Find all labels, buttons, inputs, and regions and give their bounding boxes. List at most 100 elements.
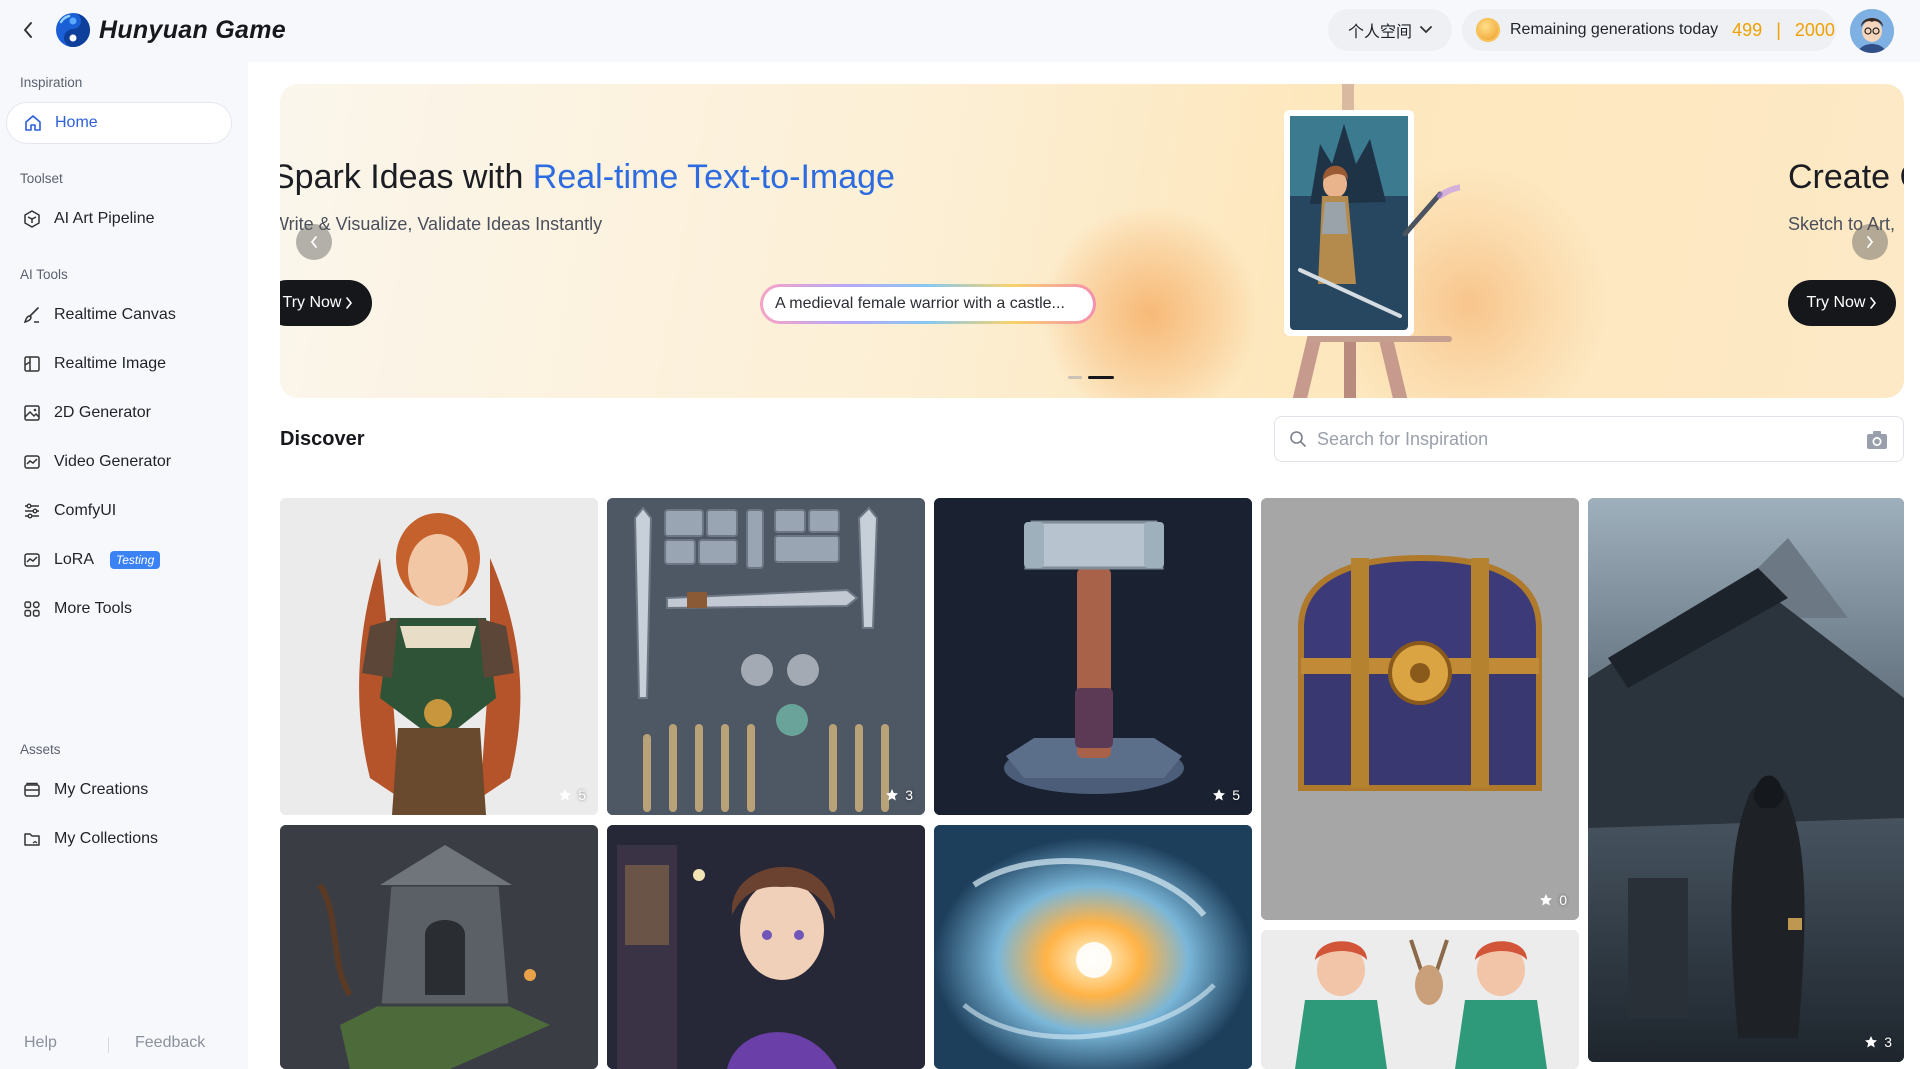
sidebar-item-2d-generator[interactable]: 2D Generator xyxy=(6,392,232,434)
main-content: Spark Ideas with Real-time Text-to-Image… xyxy=(248,62,1920,1069)
back-button[interactable] xyxy=(18,18,38,42)
carousel-prev-button[interactable] xyxy=(296,224,332,260)
quota-separator: | xyxy=(1776,19,1781,40)
favorite-count[interactable]: 5 xyxy=(558,787,586,803)
section-title-toolset: Toolset xyxy=(20,171,63,186)
search-icon xyxy=(1290,431,1306,447)
chevron-right-icon xyxy=(1867,236,1874,248)
help-link[interactable]: Help xyxy=(24,1034,57,1052)
sidebar-item-lora[interactable]: LoRA Testing xyxy=(6,539,232,581)
star-icon xyxy=(886,789,899,801)
favorite-count[interactable]: 3 xyxy=(885,787,913,803)
try-now-button[interactable]: Try Now xyxy=(280,280,372,326)
sidebar-item-comfyui[interactable]: ComfyUI xyxy=(6,490,232,532)
card-image xyxy=(1261,498,1579,920)
carousel-indicators xyxy=(1068,376,1114,379)
inspiration-card[interactable]: 5 xyxy=(934,498,1252,815)
section-title-inspiration: Inspiration xyxy=(20,75,83,90)
star-icon xyxy=(1213,789,1226,801)
sidebar-item-my-collections[interactable]: My Collections xyxy=(6,818,232,860)
feedback-link[interactable]: Feedback xyxy=(135,1034,205,1052)
quota-used: 499 xyxy=(1732,19,1763,40)
home-icon xyxy=(25,115,41,131)
inspiration-card[interactable]: 3 xyxy=(1588,498,1904,1062)
sidebar-item-label: 2D Generator xyxy=(54,404,151,421)
sidebar-item-label: ComfyUI xyxy=(54,502,117,519)
star-icon xyxy=(1540,894,1553,906)
favorite-count-value: 5 xyxy=(578,787,586,803)
try-now-label: Try Now xyxy=(282,294,342,311)
card-image xyxy=(934,498,1252,815)
sidebar-item-home[interactable]: Home xyxy=(6,102,232,144)
top-bar: Hunyuan Game 个人空间 Remaining generations … xyxy=(0,0,1920,62)
carousel-dot-2[interactable] xyxy=(1088,376,1114,379)
user-avatar[interactable] xyxy=(1850,9,1894,53)
personal-space-dropdown[interactable]: 个人空间 xyxy=(1328,9,1452,51)
favorite-count[interactable]: 5 xyxy=(1212,787,1240,803)
favorite-count-value: 3 xyxy=(905,787,913,803)
card-image xyxy=(934,825,1252,1069)
inspiration-card[interactable]: 5 xyxy=(280,498,598,815)
personal-space-label: 个人空间 xyxy=(1347,24,1412,41)
sidebar-item-label: My Collections xyxy=(54,830,159,847)
favorite-count[interactable]: 3 xyxy=(1864,1034,1892,1050)
favorite-count-value: 5 xyxy=(1232,787,1240,803)
sidebar-item-label: Home xyxy=(55,114,98,131)
section-title-ai-tools: AI Tools xyxy=(20,267,68,282)
chevron-left-icon xyxy=(310,236,317,248)
carousel-next-button[interactable] xyxy=(1852,224,1888,260)
lora-icon xyxy=(24,553,40,567)
sidebar-item-label: Video Generator xyxy=(54,453,172,470)
card-image xyxy=(1588,498,1904,1062)
sidebar-item-label: LoRA xyxy=(54,551,95,568)
sliders-icon xyxy=(25,503,39,519)
carousel-dot-1[interactable] xyxy=(1068,376,1082,379)
section-title-assets: Assets xyxy=(20,742,61,757)
creations-icon xyxy=(24,782,40,797)
inspiration-card[interactable] xyxy=(1261,930,1579,1069)
inspiration-card[interactable] xyxy=(607,825,925,1069)
sidebar-item-realtime-canvas[interactable]: Realtime Canvas xyxy=(6,294,232,336)
sidebar-item-label: Realtime Canvas xyxy=(54,306,176,323)
try-now-button-next[interactable]: Try Now xyxy=(1788,280,1896,326)
coin-icon xyxy=(1476,18,1500,42)
try-now-label: Try Now xyxy=(1806,294,1866,311)
chevron-down-icon xyxy=(1420,26,1432,34)
sidebar-item-video-generator[interactable]: Video Generator xyxy=(6,441,232,483)
star-icon xyxy=(1865,1036,1878,1048)
card-image xyxy=(607,498,925,815)
testing-badge: Testing xyxy=(110,551,161,569)
favorite-count[interactable]: 0 xyxy=(1539,892,1567,908)
sidebar-item-my-creations[interactable]: My Creations xyxy=(6,769,232,811)
chevron-right-icon xyxy=(346,297,353,309)
grid-icon xyxy=(24,601,40,617)
sidebar-item-label: More Tools xyxy=(54,600,132,617)
sidebar-item-label: Realtime Image xyxy=(54,355,167,372)
camera-icon[interactable] xyxy=(1865,429,1889,451)
star-icon xyxy=(559,789,572,801)
prompt-preview: A medieval female warrior with a castle.… xyxy=(760,284,1096,324)
sidebar-item-more-tools[interactable]: More Tools xyxy=(6,588,232,630)
sidebar-item-label: AI Art Pipeline xyxy=(54,210,155,227)
sidebar-item-realtime-image[interactable]: Realtime Image xyxy=(6,343,232,385)
image-2d-icon xyxy=(24,405,40,421)
quota-total: 2000 xyxy=(1794,19,1835,40)
inspiration-card[interactable] xyxy=(280,825,598,1069)
search-input[interactable] xyxy=(1317,428,1837,450)
card-image xyxy=(1261,930,1579,1069)
banner-carousel[interactable]: Spark Ideas with Real-time Text-to-Image… xyxy=(280,84,1904,398)
easel-illustration xyxy=(1284,84,1460,398)
banner-title-plain: Spark Ideas with xyxy=(280,158,533,196)
brand-name: Hunyuan Game xyxy=(99,15,286,44)
search-bar[interactable] xyxy=(1274,416,1904,462)
sidebar-item-ai-art-pipeline[interactable]: AI Art Pipeline xyxy=(6,198,232,240)
inspiration-card[interactable]: 0 xyxy=(1261,498,1579,920)
brand-logo[interactable]: Hunyuan Game xyxy=(55,12,286,48)
inspiration-card[interactable] xyxy=(934,825,1252,1069)
favorite-count-value: 3 xyxy=(1884,1034,1892,1050)
pipeline-icon xyxy=(24,210,40,228)
collections-icon xyxy=(24,833,40,846)
sidebar: Inspiration Home Toolset AI Art Pipeline… xyxy=(0,62,248,1069)
inspiration-card[interactable]: 3 xyxy=(607,498,925,815)
avatar-image xyxy=(1850,9,1894,53)
